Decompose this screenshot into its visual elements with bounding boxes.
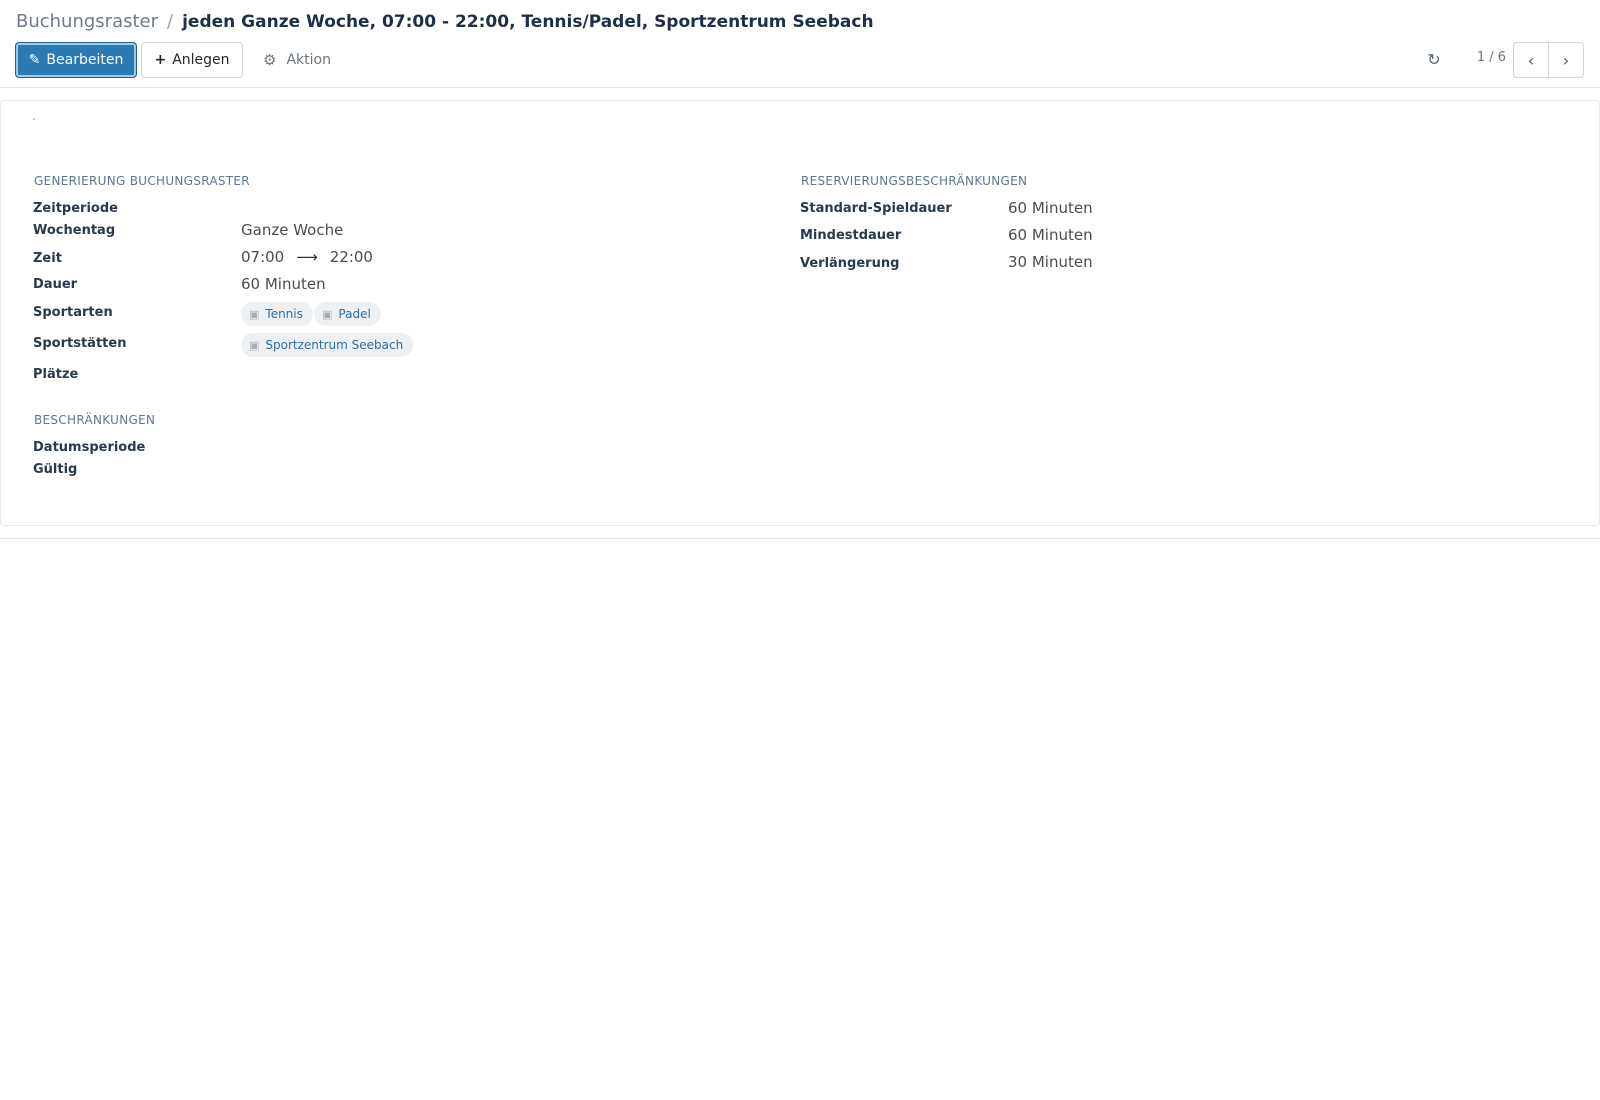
value-zeit: 07:00 ⟶ 22:00 (241, 248, 373, 266)
label-verlaengerung: Verlängerung (800, 256, 900, 271)
chevron-left-icon: ‹ (1527, 50, 1535, 70)
time-from: 07:00 (241, 248, 285, 266)
control-panel: Buchungsraster / jeden Ganze Woche, 07:00 … (0, 0, 1600, 88)
label-datumsperiode: Datumsperiode (33, 440, 146, 455)
pencil-icon: ✎ (28, 52, 41, 68)
value-mindestdauer: 60 Minuten (1008, 226, 1093, 244)
page-title: jeden Ganze Woche, 07:00 - 22:00, Tennis… (182, 12, 874, 32)
pager-value[interactable]: 1 / 6 (1466, 50, 1506, 65)
sheet-decoration-dot (33, 118, 35, 120)
edit-button[interactable]: ✎ Bearbeiten (15, 42, 137, 78)
sheet-bottom-divider (0, 538, 1600, 539)
value-wochentag: Ganze Woche (241, 221, 344, 239)
plus-icon: + (154, 52, 167, 68)
gear-icon: ⚙ (263, 51, 277, 69)
label-dauer: Dauer (33, 277, 78, 292)
create-button[interactable]: + Anlegen (141, 42, 243, 78)
label-standard-spieldauer: Standard-Spieldauer (800, 201, 952, 216)
time-to: 22:00 (329, 248, 373, 266)
tag-label: Sportzentrum Seebach (265, 338, 404, 352)
group-title-reservierungsbeschraenkungen: RESERVIERUNGSBESCHRÄNKUNGEN (801, 174, 1028, 188)
label-mindestdauer: Mindestdauer (800, 228, 902, 243)
tag-tennis[interactable]: ▣ Tennis (241, 302, 313, 326)
action-menu-label: Aktion (286, 52, 331, 68)
create-button-label: Anlegen (172, 52, 230, 68)
form-sheet (0, 100, 1600, 526)
value-verlaengerung: 30 Minuten (1008, 253, 1093, 271)
value-dauer: 60 Minuten (241, 275, 326, 293)
action-menu-button[interactable]: ⚙ Aktion (263, 42, 331, 78)
value-standard-spieldauer: 60 Minuten (1008, 199, 1093, 217)
camera-icon: ▣ (322, 307, 333, 321)
breadcrumb: Buchungsraster / jeden Ganze Woche, 07:00 … (16, 10, 874, 34)
label-zeit: Zeit (33, 251, 62, 266)
label-sportstaetten: Sportstätten (33, 336, 127, 351)
pager-next-button[interactable]: › (1548, 42, 1584, 78)
group-title-generierung: GENERIERUNG BUCHUNGSRASTER (34, 174, 250, 188)
camera-icon: ▣ (249, 307, 260, 321)
arrow-right-icon: ⟶ (296, 248, 318, 266)
pager-previous-button[interactable]: ‹ (1513, 42, 1549, 78)
breadcrumb-parent-link[interactable]: Buchungsraster (16, 11, 158, 32)
tag-label: Padel (338, 307, 371, 321)
label-gueltig: Gültig (33, 462, 78, 477)
tag-padel[interactable]: ▣ Padel (314, 302, 381, 326)
label-plaetze: Plätze (33, 367, 79, 382)
group-title-beschraenkungen: BESCHRÄNKUNGEN (34, 413, 156, 427)
tag-sportzentrum-seebach[interactable]: ▣ Sportzentrum Seebach (241, 333, 414, 357)
label-wochentag: Wochentag (33, 223, 116, 238)
camera-icon: ▣ (249, 338, 260, 352)
breadcrumb-separator: / (167, 11, 174, 32)
label-zeitperiode: Zeitperiode (33, 201, 118, 216)
refresh-icon[interactable]: ↻ (1424, 48, 1444, 70)
label-sportarten: Sportarten (33, 305, 113, 320)
chevron-right-icon: › (1562, 50, 1570, 70)
tag-label: Tennis (265, 307, 303, 321)
edit-button-label: Bearbeiten (46, 52, 124, 68)
